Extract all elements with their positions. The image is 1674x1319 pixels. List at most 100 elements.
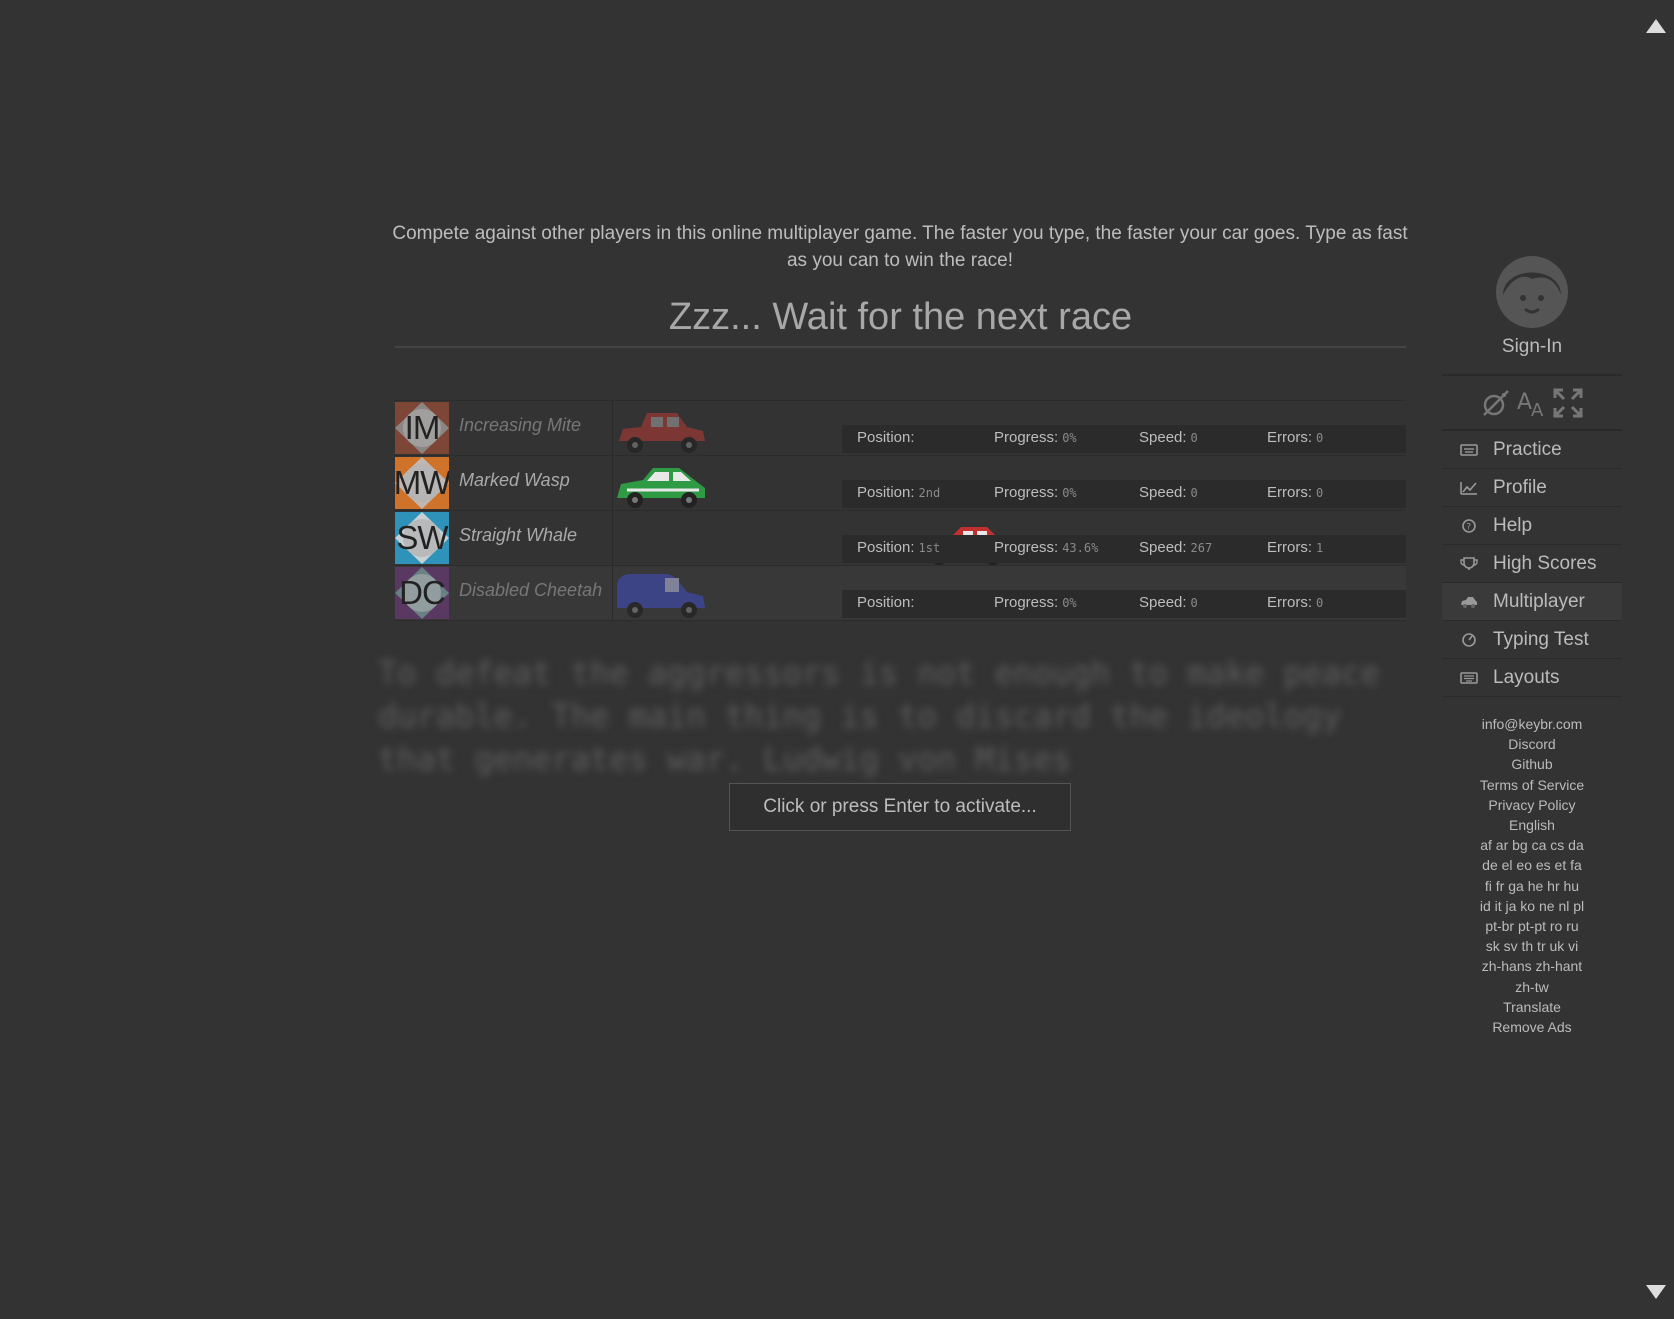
errors-label: Errors: xyxy=(1267,539,1312,556)
intro-text: Compete against other players in this on… xyxy=(392,223,1408,271)
progress-value: 43.6% xyxy=(1062,541,1099,555)
menu-item-label: Help xyxy=(1493,514,1533,536)
svg-text:?: ? xyxy=(1466,522,1471,532)
menu-item-profile[interactable]: Profile xyxy=(1442,469,1622,507)
sign-in-label: Sign-In xyxy=(1501,336,1563,357)
errors-value: 0 xyxy=(1316,486,1324,500)
speed-value: 0 xyxy=(1190,596,1198,610)
fullscreen-icon[interactable] xyxy=(1552,387,1584,419)
main-menu: Practice Profile? Help High Scores Multiplay… xyxy=(1442,431,1622,697)
menu-item-practice[interactable]: Practice xyxy=(1442,431,1622,469)
menu-item-label: Profile xyxy=(1493,476,1547,498)
footer-links: info@keybr.com Discord Github Terms of Serv… xyxy=(1442,714,1622,1037)
footer-link[interactable]: id it ja ko ne nl pl xyxy=(1442,896,1622,916)
player-initials: DC xyxy=(399,574,446,611)
footer-link[interactable]: zh-hans zh-hant xyxy=(1442,956,1622,976)
footer-link[interactable]: pt-br pt-pt ro ru xyxy=(1442,916,1622,936)
player-lane: MW Marked Wasp Position: 2nd Progress: 0% Spee… xyxy=(395,455,1406,510)
svg-text:A: A xyxy=(1517,390,1532,415)
errors-label: Errors: xyxy=(1267,594,1312,611)
player-name: Increasing Mite xyxy=(459,415,582,435)
errors-value: 0 xyxy=(1316,596,1324,610)
speed-value: 0 xyxy=(1190,431,1198,445)
menu-item-help[interactable]: ? Help xyxy=(1442,507,1622,545)
progress-value: 0% xyxy=(1062,486,1077,500)
speed-label: Speed: xyxy=(1139,594,1187,611)
footer-link[interactable]: Remove Ads xyxy=(1442,1017,1622,1037)
player-initials: MW xyxy=(395,464,449,501)
footer-link[interactable]: sk sv th tr uk vi xyxy=(1442,936,1622,956)
player-car xyxy=(613,405,709,453)
menu-item-label: Practice xyxy=(1493,438,1562,460)
position-label: Position: xyxy=(857,429,915,446)
race-track: IM Increasing Mite Position: Progress: 0% Spe… xyxy=(395,400,1406,621)
footer-link[interactable]: Discord xyxy=(1442,734,1622,754)
sidebar-divider xyxy=(1442,374,1622,376)
player-stats: Position: 1st Progress: 43.6% Speed: 267 Error… xyxy=(842,535,1406,563)
progress-label: Progress: xyxy=(994,484,1059,501)
player-stats: Position: Progress: 0% Speed: 0 Errors: 0 xyxy=(842,590,1406,618)
race-status-title: Zzz... Wait for the next race xyxy=(668,296,1133,338)
scroll-down-icon[interactable] xyxy=(1644,1283,1668,1301)
footer-link[interactable]: zh-tw xyxy=(1442,977,1622,997)
player-name: Disabled Cheetah xyxy=(459,580,603,600)
player-name: Straight Whale xyxy=(459,525,578,545)
menu-item-layouts[interactable]: Layouts xyxy=(1442,659,1622,697)
progress-label: Progress: xyxy=(994,539,1059,556)
player-avatar: SW xyxy=(395,512,449,564)
player-name: Marked Wasp xyxy=(459,470,570,490)
player-stats: Position: Progress: 0% Speed: 0 Errors: 0 xyxy=(842,425,1406,453)
speed-label: Speed: xyxy=(1139,539,1187,556)
start-line xyxy=(612,511,613,565)
toolbar: AA xyxy=(1480,387,1590,423)
footer-link[interactable]: Github xyxy=(1442,754,1622,774)
errors-value: 0 xyxy=(1316,431,1324,445)
title-divider xyxy=(395,346,1406,348)
speed-value: 267 xyxy=(1190,541,1213,555)
trophy-icon xyxy=(1460,556,1478,570)
player-avatar: IM xyxy=(395,402,449,454)
speed-label: Speed: xyxy=(1139,429,1187,446)
player-lane: IM Increasing Mite Position: Progress: 0% Spe… xyxy=(395,400,1406,455)
footer-link[interactable]: info@keybr.com xyxy=(1442,714,1622,734)
position-label: Position: xyxy=(857,539,915,556)
race-text-blurred: To defeat the aggressors is not enough t… xyxy=(378,654,1380,778)
errors-label: Errors: xyxy=(1267,429,1312,446)
speedometer-icon xyxy=(1462,632,1476,647)
footer-link[interactable]: af ar bg ca cs da xyxy=(1442,835,1622,855)
player-avatar: DC xyxy=(395,567,449,619)
player-car xyxy=(613,460,709,508)
position-value: 1st xyxy=(918,541,941,555)
player-stats: Position: 2nd Progress: 0% Speed: 0 Errors: 0 xyxy=(842,480,1406,508)
footer-link[interactable]: fi fr ga he hr hu xyxy=(1442,876,1622,896)
footer-link[interactable]: de el eo es et fa xyxy=(1442,855,1622,875)
activate-button[interactable]: Click or press Enter to activate... xyxy=(729,783,1071,831)
car-icon xyxy=(1461,596,1477,608)
scroll-up-icon[interactable] xyxy=(1644,17,1668,35)
font-size-icon[interactable]: AA xyxy=(1516,387,1548,421)
errors-label: Errors: xyxy=(1267,484,1312,501)
footer-link[interactable]: Privacy Policy xyxy=(1442,795,1622,815)
position-label: Position: xyxy=(857,484,915,501)
progress-label: Progress: xyxy=(994,429,1059,446)
help-icon: ? xyxy=(1462,518,1476,533)
menu-item-typing-test[interactable]: Typing Test xyxy=(1442,621,1622,659)
menu-item-high-scores[interactable]: High Scores xyxy=(1442,545,1622,583)
speed-value: 0 xyxy=(1190,486,1198,500)
progress-label: Progress: xyxy=(994,594,1059,611)
track-divider xyxy=(395,620,1406,621)
keyboard-layout-icon xyxy=(1460,671,1478,684)
keyboard-icon xyxy=(1460,443,1478,456)
player-initials: IM xyxy=(404,409,441,446)
menu-item-label: High Scores xyxy=(1493,552,1597,574)
theme-toggle-icon[interactable] xyxy=(1480,387,1512,419)
footer-link[interactable]: English xyxy=(1442,815,1622,835)
position-label: Position: xyxy=(857,594,915,611)
footer-link[interactable]: Terms of Service xyxy=(1442,775,1622,795)
player-lane: SW Straight Whale Position: 1st Progress: 43.… xyxy=(395,510,1406,565)
menu-item-multiplayer[interactable]: Multiplayer xyxy=(1442,583,1622,621)
footer-link[interactable]: Translate xyxy=(1442,997,1622,1017)
progress-value: 0% xyxy=(1062,431,1077,445)
errors-value: 1 xyxy=(1316,541,1324,555)
sign-in-button[interactable]: Sign-In xyxy=(1480,255,1584,358)
